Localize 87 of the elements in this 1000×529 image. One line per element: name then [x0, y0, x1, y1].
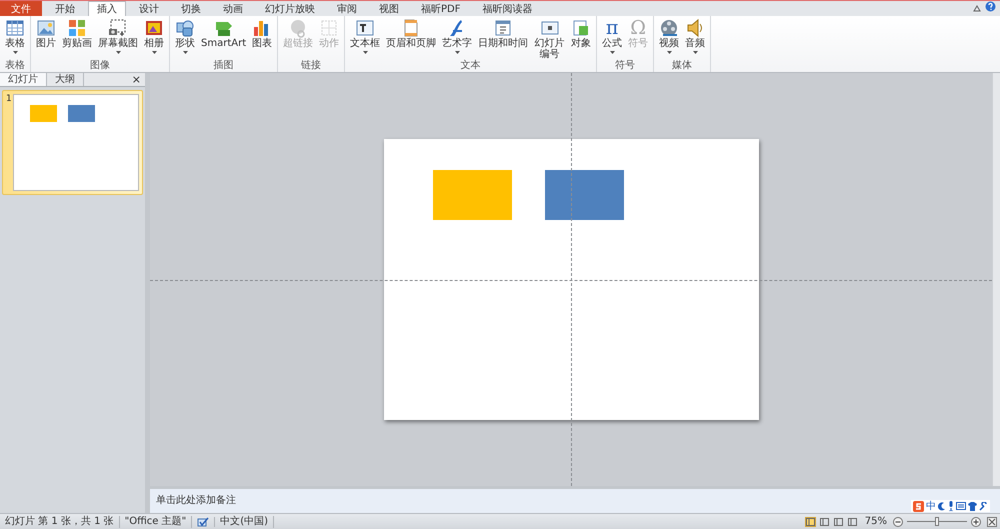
- ribbon-button[interactable]: 页眉和页脚: [383, 18, 440, 49]
- zoom-out-icon[interactable]: [893, 516, 903, 526]
- ribbon-tab[interactable]: 切换: [172, 1, 210, 16]
- view-icon: [848, 518, 857, 526]
- dropdown-arrow-icon[interactable]: [152, 51, 156, 54]
- ime-logo-icon[interactable]: [913, 500, 924, 512]
- ribbon-tab[interactable]: 设计: [130, 1, 168, 16]
- view-icon: [806, 518, 815, 526]
- ime-mode[interactable]: 中: [926, 499, 936, 513]
- ribbon-tab[interactable]: 福昕阅读器: [473, 1, 542, 16]
- help-icon[interactable]: [985, 1, 996, 12]
- ribbon-tab[interactable]: 开始: [46, 1, 84, 16]
- view-button[interactable]: [804, 516, 816, 526]
- dropdown-arrow-icon[interactable]: [362, 51, 368, 54]
- film-reel-icon: [659, 18, 680, 38]
- group-label: 符号: [614, 60, 636, 72]
- ribbon-button[interactable]: 幻灯片编号: [531, 18, 568, 60]
- dropdown-arrow-icon[interactable]: [692, 51, 698, 54]
- zoom-level[interactable]: 75%: [864, 516, 887, 527]
- group-label: 插图: [212, 60, 235, 72]
- group-label: 媒体: [671, 60, 694, 72]
- ribbon-button[interactable]: 文本框: [347, 18, 384, 54]
- spellcheck-icon[interactable]: [197, 516, 210, 526]
- ribbon-button[interactable]: SmartArt: [198, 18, 250, 49]
- ribbon-tab[interactable]: 插入: [88, 1, 126, 16]
- slide-thumbnail[interactable]: 1: [2, 90, 143, 195]
- fit-window-icon[interactable]: [987, 516, 997, 526]
- ribbon-button[interactable]: 日期和时间: [475, 18, 532, 49]
- ribbon-tab[interactable]: 视图: [370, 1, 408, 16]
- ribbon-button[interactable]: 形状: [172, 18, 198, 54]
- zoom-in-icon[interactable]: [971, 516, 981, 526]
- clipart-icon: [67, 18, 87, 38]
- theme-name: "Office 主题": [120, 516, 192, 528]
- dropdown-arrow-icon[interactable]: [182, 51, 188, 54]
- view-icon: [834, 518, 843, 526]
- ribbon-tab[interactable]: 幻灯片放映: [256, 1, 324, 16]
- album-icon: [144, 18, 164, 38]
- group-label: 图像: [89, 60, 111, 72]
- notes-prompt[interactable]: 单击此处添加备注: [150, 489, 242, 513]
- ribbon-button[interactable]: π 公式: [599, 18, 626, 54]
- dropdown-arrow-icon[interactable]: [666, 51, 672, 54]
- language-label[interactable]: 中文(中国): [215, 516, 274, 528]
- close-button[interactable]: ×: [128, 73, 145, 86]
- ribbon-tab[interactable]: 审阅: [328, 1, 366, 16]
- keyboard-icon[interactable]: [956, 502, 966, 510]
- dropdown-arrow-icon[interactable]: [12, 51, 18, 54]
- ribbon-tab[interactable]: 福昕PDF: [412, 1, 470, 16]
- shirt-icon[interactable]: [968, 502, 977, 510]
- group-label: 表格: [4, 60, 26, 72]
- collapse-ribbon-icon[interactable]: [973, 5, 981, 12]
- slide-number: 1: [6, 94, 13, 106]
- group-label: 链接: [300, 60, 322, 72]
- ribbon-button[interactable]: 音频: [682, 18, 708, 54]
- ribbon-button[interactable]: 图表: [249, 18, 276, 49]
- ribbon-button[interactable]: 对象: [568, 18, 594, 49]
- ribbon-button[interactable]: 艺术字: [439, 18, 476, 54]
- ribbon-button[interactable]: 表格: [2, 18, 28, 54]
- moon-icon[interactable]: [938, 502, 946, 510]
- ribbon-button[interactable]: 相册: [141, 18, 167, 54]
- textbox-icon: [355, 18, 376, 38]
- image-icon: [36, 18, 56, 38]
- slide-counter: 幻灯片 第 1 张，共 1 张: [0, 516, 120, 528]
- view-icon: [820, 518, 829, 526]
- dropdown-arrow-icon[interactable]: [610, 51, 615, 54]
- view-button[interactable]: [846, 516, 858, 526]
- calendar-icon: [493, 18, 514, 38]
- panel-tab[interactable]: 大纲: [47, 73, 84, 86]
- view-button[interactable]: [832, 516, 844, 526]
- table-icon: [5, 18, 25, 38]
- wrench-icon[interactable]: [979, 502, 988, 510]
- dropdown-arrow-icon[interactable]: [454, 51, 460, 54]
- scrollbar[interactable]: [992, 73, 1000, 486]
- action-icon: [319, 18, 340, 38]
- ribbon-button[interactable]: 屏幕截图: [95, 18, 141, 54]
- ribbon-button[interactable]: 图片: [33, 18, 59, 49]
- view-button[interactable]: [818, 516, 830, 526]
- panel-tab[interactable]: 幻灯片: [0, 73, 47, 86]
- ribbon-button[interactable]: 剪贴画: [59, 18, 95, 49]
- file-menu[interactable]: 文件: [0, 1, 42, 16]
- group-label: 文本: [460, 60, 482, 72]
- slider-thumb[interactable]: [935, 517, 939, 526]
- microphone-icon[interactable]: [948, 501, 954, 511]
- screenshot-icon: [108, 18, 128, 38]
- shapes-icon: [175, 18, 195, 38]
- ribbon-tab[interactable]: 动画: [214, 1, 252, 16]
- dropdown-arrow-icon[interactable]: [116, 51, 120, 54]
- ribbon-button[interactable]: 视频: [656, 18, 682, 54]
